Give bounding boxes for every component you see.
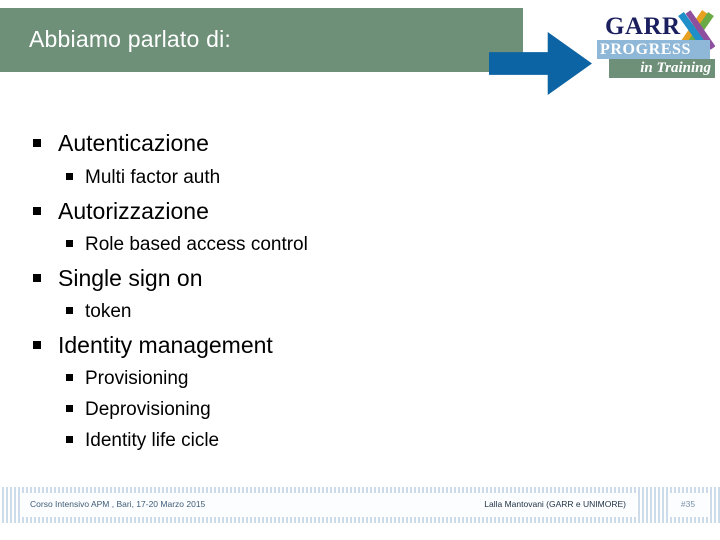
bullet-marker-icon (66, 436, 73, 443)
bullet-item: Autorizzazione (33, 200, 209, 223)
bullet-item: Role based access control (66, 235, 308, 254)
footer-info-box: Corso Intensivo APM , Bari, 17-20 Marzo … (22, 493, 636, 517)
bullet-item: Deprovisioning (66, 400, 211, 419)
footer-page-box: #35 (668, 493, 708, 517)
logo-progress-band: PROGRESS (597, 40, 710, 59)
bullet-label: token (85, 301, 132, 322)
bullet-label: Deprovisioning (85, 399, 211, 420)
bullet-marker-icon (33, 341, 41, 349)
garr-logo: GARR PROGRESS in Training (597, 10, 717, 84)
slide-number: #35 (680, 499, 696, 509)
bullet-label: Multi factor auth (85, 167, 221, 188)
bullet-label: Role based access control (85, 234, 308, 255)
bullet-item: Identity life cicle (66, 431, 219, 450)
bullet-label: Provisioning (85, 368, 189, 389)
bullet-marker-icon (33, 274, 41, 282)
slide-content: Autenticazione Multi factor auth Autoriz… (0, 110, 720, 470)
bullet-label: Autenticazione (58, 130, 209, 156)
bullet-marker-icon (66, 374, 73, 381)
bullet-label: Autorizzazione (58, 198, 209, 224)
bullet-label: Identity management (58, 332, 273, 358)
bullet-marker-icon (33, 207, 41, 215)
page-title: Abbiamo parlato di: (29, 26, 231, 52)
bullet-label: Identity life cicle (85, 430, 220, 451)
slide-footer: Corso Intensivo APM , Bari, 17-20 Marzo … (0, 487, 720, 523)
bullet-marker-icon (66, 173, 73, 180)
bullet-marker-icon (66, 405, 73, 412)
bullet-marker-icon (33, 139, 41, 147)
bullet-item: Autenticazione (33, 132, 209, 155)
bullet-item: Identity management (33, 334, 273, 357)
bullet-item: Single sign on (33, 267, 203, 290)
garr-wordmark: GARR (605, 13, 681, 40)
bullet-label: Single sign on (58, 265, 203, 291)
logo-training-band: in Training (609, 59, 715, 78)
bullet-item: Multi factor auth (66, 168, 220, 187)
bullet-item: token (66, 302, 131, 321)
logo-training-label: in Training (640, 60, 711, 76)
bullet-marker-icon (66, 240, 73, 247)
logo-progress-label: PROGRESS (600, 41, 692, 58)
bullet-marker-icon (66, 307, 73, 314)
slide-header: Abbiamo parlato di: GARR PROGRESS in Tra… (0, 0, 720, 110)
footer-course-label: Corso Intensivo APM , Bari, 17-20 Marzo … (30, 499, 206, 509)
bullet-item: Provisioning (66, 369, 189, 388)
footer-author-label: Lalla Mantovani (GARR e UNIMORE) (484, 499, 626, 509)
